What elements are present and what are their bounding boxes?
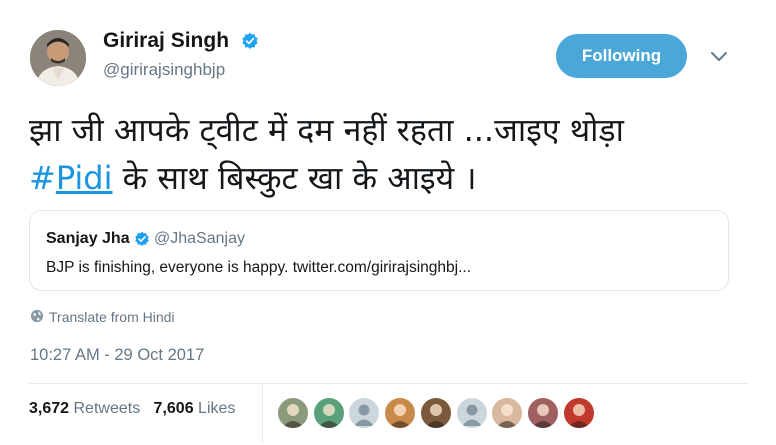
liker-avatar-9[interactable] [562, 397, 595, 429]
retweets-count: 3,672 [29, 400, 70, 417]
chevron-down-icon[interactable] [708, 48, 730, 64]
liker-avatar-2[interactable] [312, 397, 345, 429]
profile-photo [30, 30, 86, 86]
translate-link[interactable]: Translate from Hindi [49, 309, 175, 325]
liker-avatar-5[interactable] [419, 397, 452, 429]
likes-label: Likes [198, 400, 236, 417]
liker-avatar-default[interactable] [348, 397, 381, 429]
liker-avatar-8[interactable] [526, 397, 559, 429]
hashtag-word: Pidi [55, 159, 113, 197]
verified-badge-icon [242, 32, 258, 49]
hashtag-symbol: # [29, 159, 56, 197]
liker-avatar-7[interactable] [491, 397, 524, 429]
quoted-author-name[interactable]: Sanjay Jha [46, 230, 130, 248]
likes-stat[interactable]: 7,606 Likes [154, 400, 236, 417]
author-avatar[interactable] [30, 30, 86, 86]
tweet-text-line-2: #Pidi के साथ बिस्कुट खा के आइये । [29, 154, 749, 202]
quoted-tweet-text: BJP is finishing, everyone is happy. twi… [46, 259, 472, 276]
retweets-stat[interactable]: 3,672 Retweets [29, 400, 140, 417]
tweet-timestamp[interactable]: 10:27 AM - 29 Oct 2017 [30, 346, 204, 365]
author-handle[interactable]: @girirajsinghbjp [103, 60, 225, 80]
tweet-text-line-1: झा जी आपके ट्वीट में दम नहीं रहता ...जाइ… [29, 111, 624, 149]
stats-row: 3,672 Retweets 7,606 Likes [29, 400, 235, 418]
hashtag-link[interactable]: #Pidi [29, 159, 113, 197]
likes-count: 7,606 [153, 400, 194, 417]
liker-avatar-default[interactable] [455, 397, 488, 429]
stats-divider-top [29, 383, 749, 384]
tweet-text-line-2-rest: के साथ बिस्कुट खा के आइये । [112, 159, 477, 197]
stats-separator [262, 383, 263, 443]
tweet-text: झा जी आपके ट्वीट में दम नहीं रहता ...जाइ… [29, 106, 749, 202]
author-name[interactable]: Giriraj Singh [103, 29, 229, 53]
quoted-author-handle[interactable]: @JhaSanjay [154, 230, 245, 248]
liker-avatar-4[interactable] [384, 397, 417, 429]
liker-avatar-1[interactable] [277, 397, 309, 429]
quoted-verified-badge-icon [135, 231, 149, 247]
quoted-tweet-card[interactable] [29, 210, 729, 291]
retweets-label: Retweets [73, 400, 141, 417]
following-button[interactable]: Following [556, 34, 687, 78]
globe-icon [30, 309, 44, 323]
